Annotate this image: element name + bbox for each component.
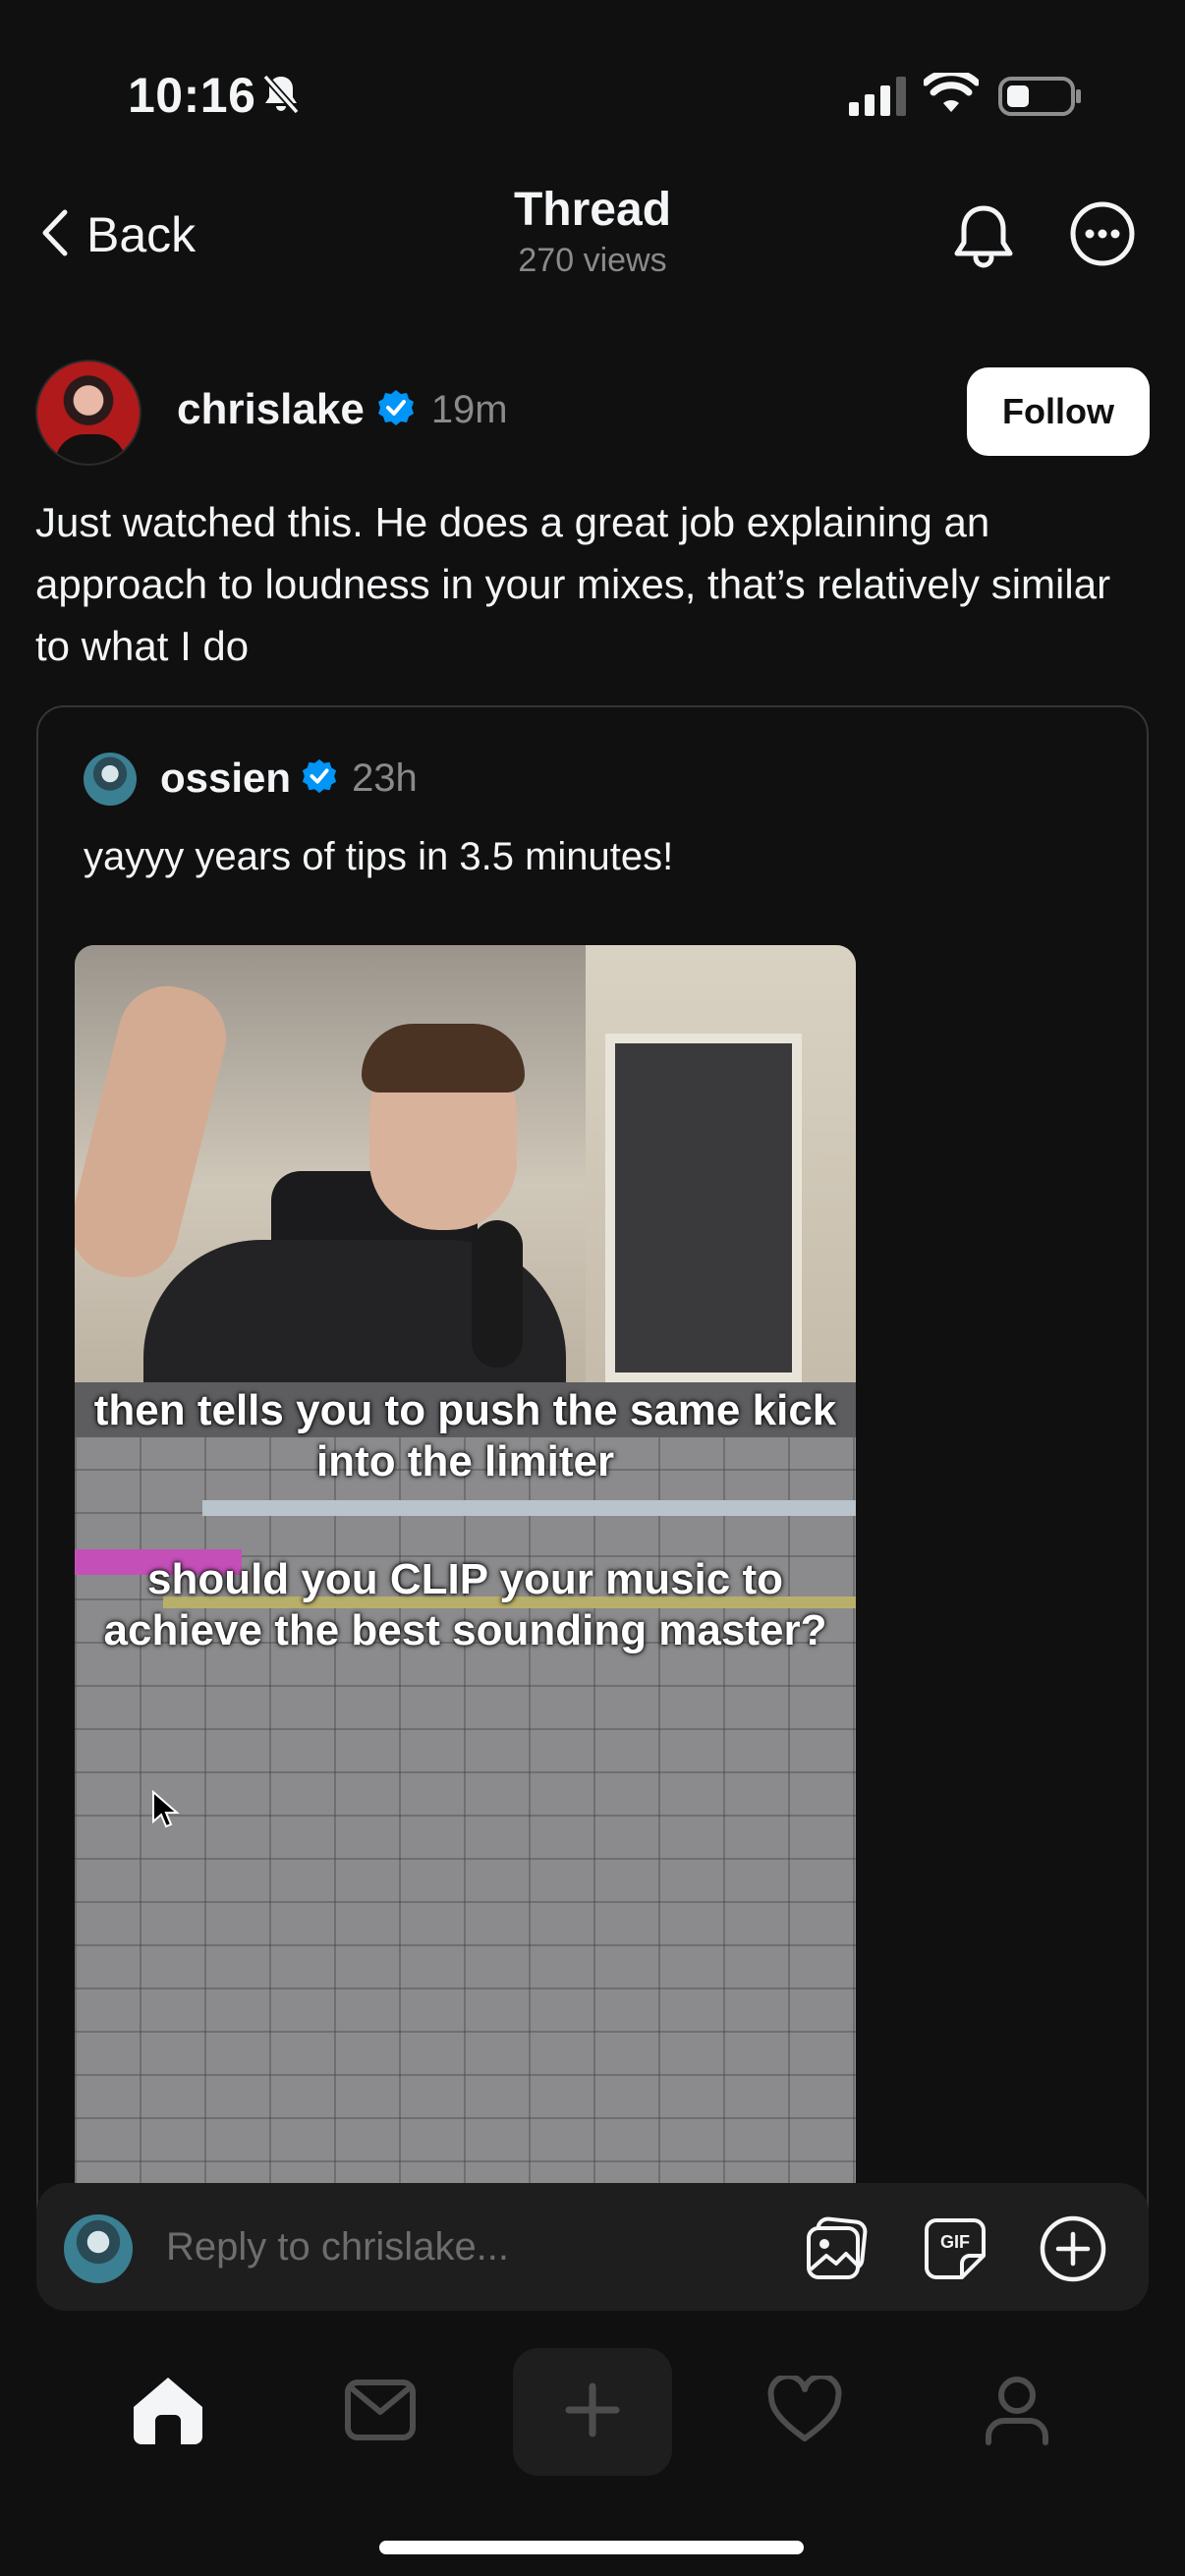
- video-caption: then tells you to push the same kick int…: [93, 1386, 837, 1485]
- status-bar: 10:16: [0, 0, 1185, 187]
- bottom-tab-bar: [0, 2348, 1185, 2476]
- follow-button[interactable]: Follow: [967, 367, 1150, 456]
- home-indicator: [379, 2541, 804, 2554]
- status-time: 10:16: [128, 68, 256, 123]
- quoted-text: yayyy years of tips in 3.5 minutes!: [84, 835, 674, 878]
- threads-thread-screen: 10:16 Back Thread 270 views chrislake 19…: [0, 0, 1185, 2576]
- post-timestamp: 19m: [430, 387, 508, 431]
- home-icon: [130, 2374, 206, 2451]
- avatar[interactable]: [35, 360, 141, 466]
- reply-bar: GIF: [36, 2183, 1149, 2311]
- verified-badge-icon: [301, 757, 338, 800]
- verified-badge-icon: [376, 388, 416, 432]
- svg-text:GIF: GIF: [940, 2232, 970, 2252]
- quoted-post-card[interactable]: ossien 23h yayyy years of tips in 3.5 mi…: [36, 705, 1149, 2297]
- tab-create[interactable]: [513, 2348, 672, 2476]
- daw-arrangement-view: [75, 1382, 856, 2295]
- add-attachment-icon[interactable]: [1037, 2212, 1109, 2290]
- microphone: [472, 1220, 523, 1368]
- post-author: chrislake 19m: [177, 385, 508, 434]
- cellular-signal-icon: [849, 77, 908, 121]
- inbox-icon: [344, 2379, 417, 2446]
- activity-icon: [767, 2373, 842, 2449]
- tab-home[interactable]: [94, 2348, 242, 2476]
- thread-header: Back Thread 270 views: [0, 177, 1185, 295]
- quoted-username[interactable]: ossien: [160, 755, 291, 802]
- video-scene: [75, 945, 856, 1382]
- post-username[interactable]: chrislake: [177, 385, 365, 434]
- quoted-author: ossien 23h: [160, 755, 418, 802]
- tab-profile[interactable]: [943, 2348, 1091, 2476]
- gif-icon[interactable]: GIF: [921, 2214, 989, 2288]
- reply-input[interactable]: [166, 2222, 795, 2271]
- video-caption-title: should you CLIP your music to achieve th…: [103, 1555, 827, 1654]
- reply-avatar: [64, 2214, 133, 2283]
- profile-icon: [983, 2374, 1051, 2451]
- tab-activity[interactable]: [731, 2348, 878, 2476]
- wifi-icon: [922, 69, 981, 121]
- more-options-icon[interactable]: [1067, 198, 1138, 274]
- post-text: Just watched this. He does a great job e…: [35, 499, 1111, 669]
- quoted-timestamp: 23h: [352, 756, 418, 800]
- bell-slash-icon: [257, 71, 305, 123]
- tab-inbox[interactable]: [307, 2348, 454, 2476]
- mouse-cursor-icon: [151, 1789, 181, 1834]
- quoted-avatar[interactable]: [84, 753, 137, 806]
- photo-attach-icon[interactable]: [803, 2214, 872, 2288]
- battery-icon: [998, 75, 1083, 123]
- notification-bell-icon[interactable]: [949, 200, 1018, 278]
- create-icon: [563, 2380, 622, 2444]
- video-player[interactable]: then tells you to push the same kick int…: [75, 945, 856, 2295]
